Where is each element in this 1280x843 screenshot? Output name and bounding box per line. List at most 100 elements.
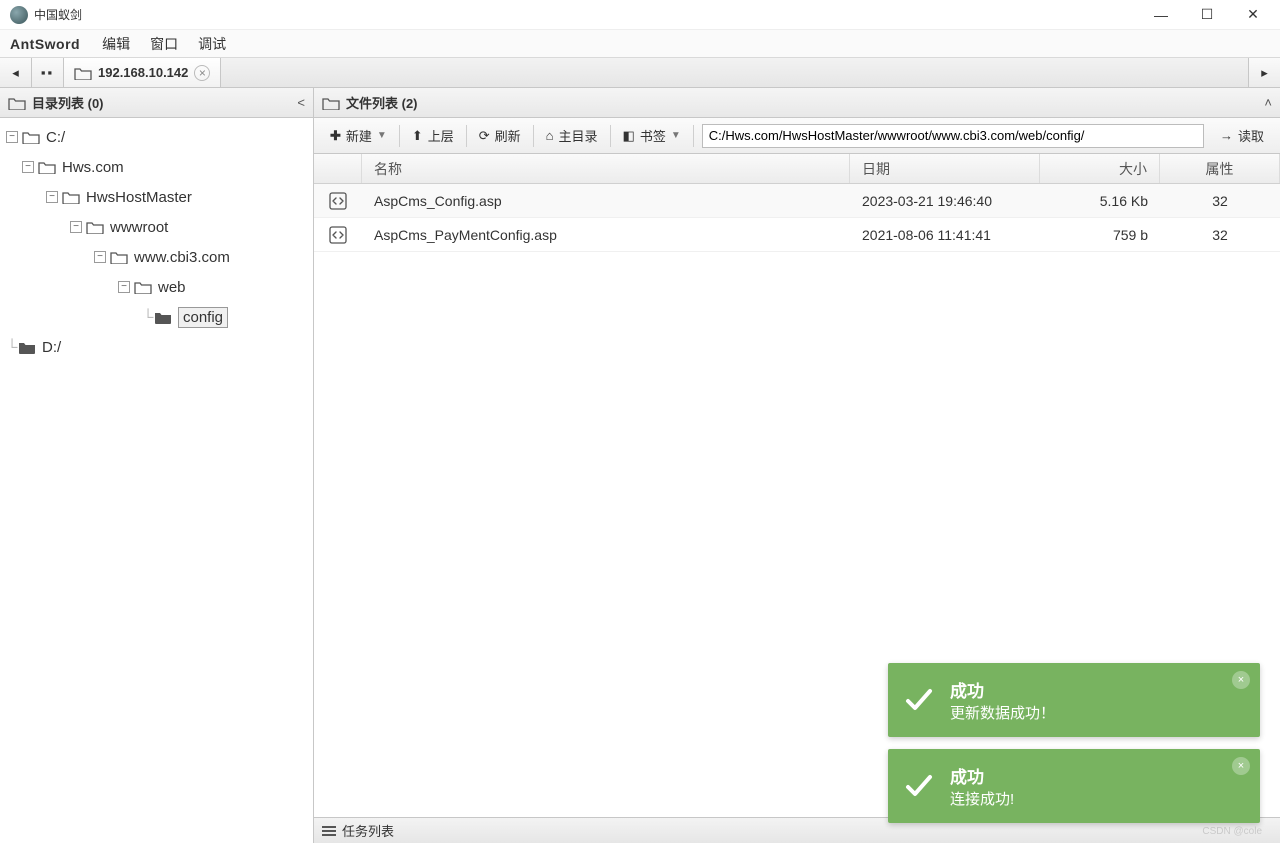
col-icon[interactable]	[314, 154, 362, 183]
menu-edit[interactable]: 编辑	[92, 30, 140, 57]
toast-title: 成功	[950, 677, 1055, 702]
tree-toggle-icon[interactable]: −	[22, 161, 34, 173]
check-icon	[904, 685, 934, 715]
file-name: AspCms_PayMentConfig.asp	[362, 227, 850, 243]
toast-title: 成功	[950, 763, 1014, 788]
file-date: 2021-08-06 11:41:41	[850, 227, 1040, 243]
folder-icon	[86, 220, 104, 234]
up-button[interactable]: ⬆ 上层	[402, 118, 464, 153]
tree-node-cbi[interactable]: − www.cbi3.com	[0, 242, 313, 272]
bookmark-button[interactable]: ◧ 书签 ▼	[613, 118, 691, 153]
tab-close-icon[interactable]: ×	[194, 65, 210, 81]
toast-message: 连接成功!	[950, 788, 1014, 809]
refresh-button[interactable]: ⟳ 刷新	[469, 118, 531, 153]
folder-icon	[8, 96, 26, 110]
window-title: 中国蚁剑	[34, 6, 82, 23]
folder-closed-icon	[154, 310, 172, 324]
arrow-up-icon: ⬆	[412, 128, 423, 144]
read-button[interactable]: → 读取	[1210, 118, 1274, 153]
tabstrip: ◂ ▪▪ 192.168.10.142 × ▸	[0, 58, 1280, 88]
table-row[interactable]: AspCms_Config.asp 2023-03-21 19:46:40 5.…	[314, 184, 1280, 218]
tree-label: C:/	[46, 129, 65, 146]
collapse-up-icon[interactable]: ˄	[1264, 95, 1272, 110]
file-type-icon	[314, 226, 362, 244]
file-date: 2023-03-21 19:46:40	[850, 193, 1040, 209]
tree-node-web[interactable]: − web	[0, 272, 313, 302]
window-titlebar: 中国蚁剑 — ☐ ✕	[0, 0, 1280, 30]
tree-label: www.cbi3.com	[134, 249, 230, 266]
window-close-button[interactable]: ✕	[1230, 0, 1276, 30]
tab-label: 192.168.10.142	[98, 65, 188, 80]
tab-nav-forward[interactable]: ▸	[1248, 58, 1280, 87]
tab-nav-back[interactable]: ◂	[0, 58, 32, 87]
tab-grid-button[interactable]: ▪▪	[32, 58, 64, 87]
path-input[interactable]	[702, 124, 1204, 148]
plus-icon: ✚	[330, 128, 341, 144]
tree-node-hwshost[interactable]: − HwsHostMaster	[0, 182, 313, 212]
home-button[interactable]: ⌂ 主目录	[536, 118, 608, 153]
bookmark-button-label: 书签	[640, 126, 666, 145]
app-logo-icon	[10, 6, 28, 24]
directory-panel-title: 目录列表 (0)	[32, 93, 104, 112]
tree-node-hws[interactable]: − Hws.com	[0, 152, 313, 182]
file-panel-title: 文件列表 (2)	[346, 93, 418, 112]
tree-toggle-icon[interactable]: −	[70, 221, 82, 233]
toast-close-icon[interactable]: ×	[1232, 671, 1250, 689]
tree-node-d[interactable]: └ D:/	[0, 332, 313, 362]
col-attr[interactable]: 属性	[1160, 154, 1280, 183]
col-size[interactable]: 大小	[1040, 154, 1160, 183]
folder-icon	[22, 130, 40, 144]
taskbar-label: 任务列表	[342, 821, 394, 840]
folder-icon	[62, 190, 80, 204]
file-icon	[322, 96, 340, 110]
col-date[interactable]: 日期	[850, 154, 1040, 183]
collapse-left-icon[interactable]: <	[297, 95, 305, 110]
file-panel-header: 文件列表 (2) ˄	[314, 88, 1280, 118]
tree-label: D:/	[42, 339, 61, 356]
list-icon	[322, 825, 336, 837]
tree-connector: └	[6, 339, 18, 356]
tree-toggle-icon[interactable]: −	[118, 281, 130, 293]
check-icon	[904, 771, 934, 801]
tree-node-wwwroot[interactable]: − wwwroot	[0, 212, 313, 242]
window-maximize-button[interactable]: ☐	[1184, 0, 1230, 30]
refresh-button-label: 刷新	[495, 126, 521, 145]
tab-active[interactable]: 192.168.10.142 ×	[64, 58, 221, 87]
bookmark-icon: ◧	[623, 128, 635, 144]
tree-connector: └	[142, 309, 154, 326]
read-button-label: 读取	[1238, 126, 1264, 145]
tree-toggle-icon[interactable]: −	[94, 251, 106, 263]
directory-tree: − C:/ − Hws.com − HwsHostMaster − wwwroo…	[0, 118, 313, 843]
toast-close-icon[interactable]: ×	[1232, 757, 1250, 775]
watermark: CSDN @cole	[1202, 826, 1262, 837]
chevron-down-icon: ▼	[671, 130, 681, 141]
directory-panel-header: 目录列表 (0) <	[0, 88, 313, 118]
menubar: AntSword 编辑 窗口 调试	[0, 30, 1280, 58]
new-button[interactable]: ✚ 新建 ▼	[320, 118, 397, 153]
table-row[interactable]: AspCms_PayMentConfig.asp 2021-08-06 11:4…	[314, 218, 1280, 252]
tree-label: web	[158, 279, 186, 296]
toast: 成功 更新数据成功！ ×	[888, 663, 1260, 737]
menu-window[interactable]: 窗口	[140, 30, 188, 57]
tree-toggle-icon[interactable]: −	[6, 131, 18, 143]
up-button-label: 上层	[428, 126, 454, 145]
folder-icon	[134, 280, 152, 294]
toast-container: 成功 更新数据成功！ × 成功 连接成功! ×	[888, 663, 1260, 823]
file-name: AspCms_Config.asp	[362, 193, 850, 209]
file-attr: 32	[1160, 227, 1280, 243]
tree-node-c[interactable]: − C:/	[0, 122, 313, 152]
file-table-header: 名称 日期 大小 属性	[314, 154, 1280, 184]
window-minimize-button[interactable]: —	[1138, 0, 1184, 30]
home-button-label: 主目录	[559, 126, 598, 145]
menubar-brand[interactable]: AntSword	[2, 30, 92, 57]
tree-toggle-icon[interactable]: −	[46, 191, 58, 203]
tree-node-config[interactable]: └ config	[0, 302, 313, 332]
folder-icon	[38, 160, 56, 174]
file-toolbar: ✚ 新建 ▼ ⬆ 上层 ⟳ 刷新 ⌂ 主目录 ◧ 书签	[314, 118, 1280, 154]
menu-debug[interactable]: 调试	[188, 30, 236, 57]
tree-label: HwsHostMaster	[86, 189, 192, 206]
col-name[interactable]: 名称	[362, 154, 850, 183]
home-icon: ⌂	[546, 128, 554, 143]
tree-label: wwwroot	[110, 219, 168, 236]
new-button-label: 新建	[346, 126, 372, 145]
